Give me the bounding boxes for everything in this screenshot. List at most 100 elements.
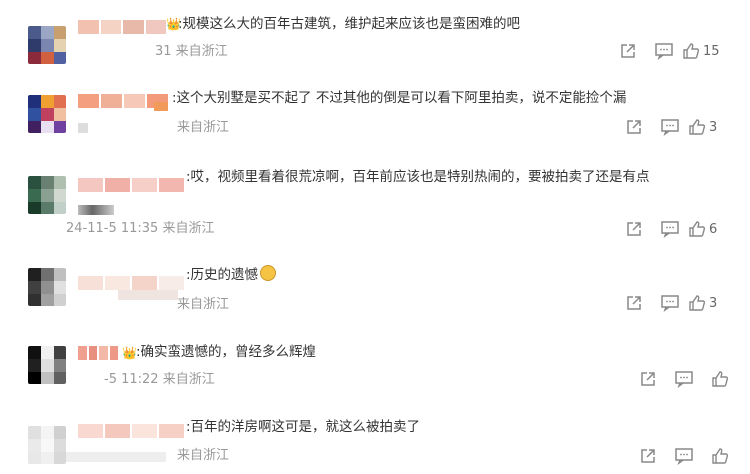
share-icon[interactable]: [630, 445, 666, 467]
like-button[interactable]: 6: [688, 220, 732, 238]
avatar-pixel: [41, 108, 54, 121]
nickname-pixel: [78, 178, 103, 192]
share-icon[interactable]: [616, 292, 652, 314]
comment-icon[interactable]: [652, 116, 688, 138]
comment-actions: 3: [616, 116, 732, 138]
avatar-pixel: [41, 439, 54, 452]
avatar-pixel: [54, 281, 66, 294]
comment-text: :百年的洋房啊这可是，就这么被拍卖了: [186, 419, 421, 435]
avatar-pixel: [28, 176, 41, 189]
avatar-pixel: [54, 268, 66, 281]
avatar[interactable]: [28, 426, 66, 464]
nickname-pixel: [78, 276, 103, 290]
nickname-pixel: [145, 20, 166, 34]
nickname-blurred[interactable]: [78, 346, 120, 360]
avatar-pixel: [54, 372, 66, 384]
comment-meta: 来自浙江: [177, 448, 230, 463]
avatar-pixel: [41, 189, 54, 202]
avatar-pixel: [41, 26, 54, 39]
nickname-pixel: [101, 94, 122, 108]
like-count: 6: [709, 221, 718, 237]
crown-badge-icon: 👑: [122, 346, 137, 360]
nickname-pixel: [105, 276, 130, 290]
avatar-pixel: [28, 346, 41, 359]
avatar[interactable]: [28, 95, 66, 133]
avatar-pixel: [54, 294, 66, 306]
avatar-pixel: [28, 439, 41, 452]
avatar[interactable]: [28, 346, 66, 384]
share-icon[interactable]: [616, 218, 652, 240]
like-count: 3: [709, 119, 718, 135]
comment-actions: [630, 445, 738, 467]
avatar-pixel: [54, 439, 66, 452]
nickname-blurred[interactable]: [78, 20, 168, 34]
comment-actions: [630, 368, 738, 390]
meta-blurred: [66, 452, 166, 462]
like-button[interactable]: 3: [688, 294, 732, 312]
meta-blurred: [78, 205, 114, 215]
orange-badge-icon: [154, 102, 168, 111]
nickname-blurred[interactable]: [78, 424, 186, 438]
nickname-pixel: [78, 94, 99, 108]
nickname-pixel: [100, 20, 121, 34]
nickname-blurred[interactable]: [78, 178, 186, 192]
avatar-pixel: [41, 268, 54, 281]
comment-icon[interactable]: [666, 445, 702, 467]
comment-text: :这个大别墅是买不起了 不过其他的倒是可以看下阿里拍卖，说不定能捡个漏: [172, 90, 627, 106]
nickname-pixel: [132, 424, 157, 438]
nickname-pixel: [105, 424, 130, 438]
like-button[interactable]: [702, 368, 738, 390]
like-button[interactable]: 3: [688, 118, 732, 136]
avatar-pixel: [54, 346, 66, 359]
avatar-pixel: [28, 426, 41, 439]
nickname-pixel: [99, 346, 108, 360]
avatar-pixel: [54, 189, 66, 202]
avatar-pixel: [28, 108, 41, 121]
share-icon[interactable]: [610, 40, 646, 62]
avatar-pixel: [28, 39, 41, 52]
nickname-pixel: [132, 276, 157, 290]
avatar-pixel: [41, 426, 54, 439]
avatar-pixel: [54, 202, 66, 214]
share-icon[interactable]: [616, 116, 652, 138]
avatar[interactable]: [28, 176, 66, 214]
avatar-pixel: [41, 95, 54, 108]
comment-icon[interactable]: [652, 218, 688, 240]
like-count: 3: [709, 295, 718, 311]
avatar-pixel: [28, 268, 41, 281]
avatar-pixel: [54, 426, 66, 439]
comment-icon[interactable]: [652, 292, 688, 314]
nickname-pixel: [124, 94, 145, 108]
avatar-pixel: [28, 202, 41, 214]
nickname-pixel: [78, 346, 87, 360]
avatar-pixel: [41, 39, 54, 52]
avatar-pixel: [54, 26, 66, 39]
meta-blurred: [118, 290, 178, 300]
avatar-pixel: [41, 202, 54, 214]
avatar-pixel: [28, 52, 41, 64]
avatar-pixel: [54, 176, 66, 189]
avatar[interactable]: [28, 26, 66, 64]
comment-icon[interactable]: [666, 368, 702, 390]
avatar-pixel: [28, 121, 41, 133]
avatar-pixel: [41, 294, 54, 306]
comment-meta: -5 11:22 来自浙江: [104, 372, 215, 387]
sad-face-emoji-icon: [260, 265, 277, 281]
avatar-pixel: [54, 39, 66, 52]
comment-actions: 15: [610, 40, 726, 62]
nickname-blurred[interactable]: [78, 276, 186, 290]
avatar-pixel: [54, 52, 66, 64]
comment-text: :确实蛮遗憾的，曾经多么辉煌: [136, 344, 317, 360]
share-icon[interactable]: [630, 368, 666, 390]
avatar-pixel: [54, 95, 66, 108]
avatar-pixel: [41, 346, 54, 359]
avatar-pixel: [28, 281, 41, 294]
like-button[interactable]: [702, 445, 738, 467]
avatar-pixel: [41, 452, 54, 464]
like-button[interactable]: 15: [682, 42, 726, 60]
comment-meta: 24-11-5 11:35 来自浙江: [66, 221, 215, 236]
comment-icon[interactable]: [646, 40, 682, 62]
comment-text: :历史的遗憾: [186, 265, 277, 284]
avatar[interactable]: [28, 268, 66, 306]
avatar-pixel: [28, 359, 41, 372]
